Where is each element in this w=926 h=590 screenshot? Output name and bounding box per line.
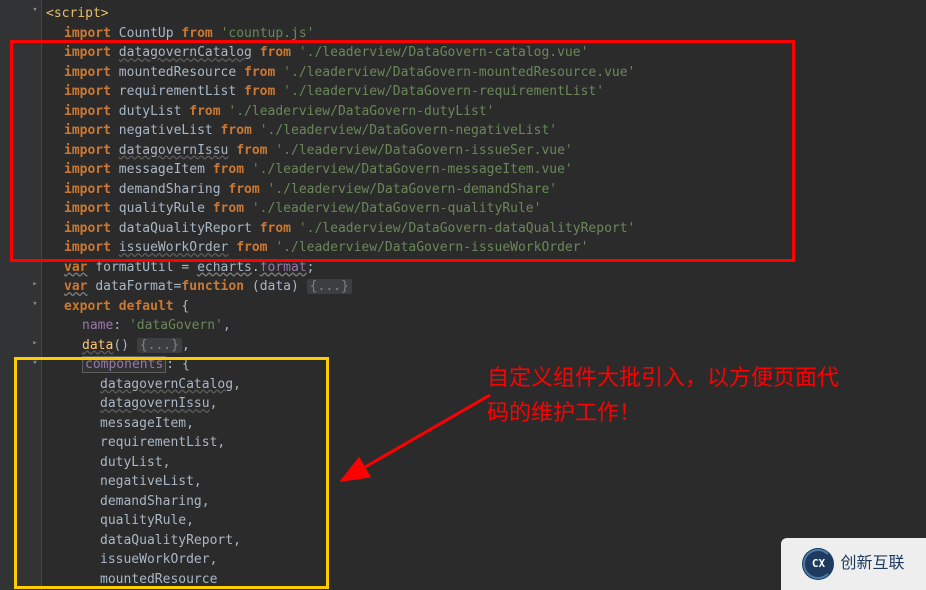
code-line: import dataQualityReport from './leaderv…: [42, 219, 926, 239]
fold-marker[interactable]: ▾: [30, 6, 40, 16]
code-line: import dutyList from './leaderview/DataG…: [42, 102, 926, 122]
editor-gutter: ▾ ▸ ▾ ▸ ▾: [0, 0, 42, 590]
code-line: import negativeList from './leaderview/D…: [42, 121, 926, 141]
watermark: CX 创新互联: [781, 538, 926, 590]
code-line: import CountUp from 'countup.js': [42, 24, 926, 44]
code-line: import datagovernIssu from './leaderview…: [42, 141, 926, 161]
code-line: demandSharing,: [42, 492, 926, 512]
code-area: <script> import CountUp from 'countup.js…: [42, 4, 926, 589]
watermark-text: 创新互联: [840, 554, 904, 574]
code-line: export default {: [42, 297, 926, 317]
code-fold[interactable]: {...}: [137, 338, 182, 353]
code-fold[interactable]: {...}: [307, 279, 352, 294]
code-line: import requirementList from './leadervie…: [42, 82, 926, 102]
fold-marker[interactable]: ▾: [30, 359, 40, 369]
code-line: import mountedResource from './leadervie…: [42, 63, 926, 83]
code-line: name: 'dataGovern',: [42, 316, 926, 336]
code-line: import demandSharing from './leaderview/…: [42, 180, 926, 200]
code-line: import qualityRule from './leaderview/Da…: [42, 199, 926, 219]
code-line: <script>: [42, 4, 926, 24]
code-line: data() {...},: [42, 336, 926, 356]
fold-marker[interactable]: ▸: [30, 339, 40, 349]
code-line: var dataFormat=function (data) {...}: [42, 277, 926, 297]
code-line: import datagovernCatalog from './leaderv…: [42, 43, 926, 63]
annotation-text: 自定义组件大批引入，以方便页面代 码的维护工作！: [487, 360, 839, 430]
code-line: negativeList,: [42, 472, 926, 492]
code-line: import messageItem from './leaderview/Da…: [42, 160, 926, 180]
code-line: import issueWorkOrder from './leaderview…: [42, 238, 926, 258]
code-line: qualityRule,: [42, 511, 926, 531]
code-line: var formatUtil = echarts.format;: [42, 258, 926, 278]
fold-marker[interactable]: ▾: [30, 300, 40, 310]
code-line: dutyList,: [42, 453, 926, 473]
watermark-logo-icon: CX: [802, 548, 834, 580]
code-line: requirementList,: [42, 433, 926, 453]
fold-marker[interactable]: ▸: [30, 280, 40, 290]
